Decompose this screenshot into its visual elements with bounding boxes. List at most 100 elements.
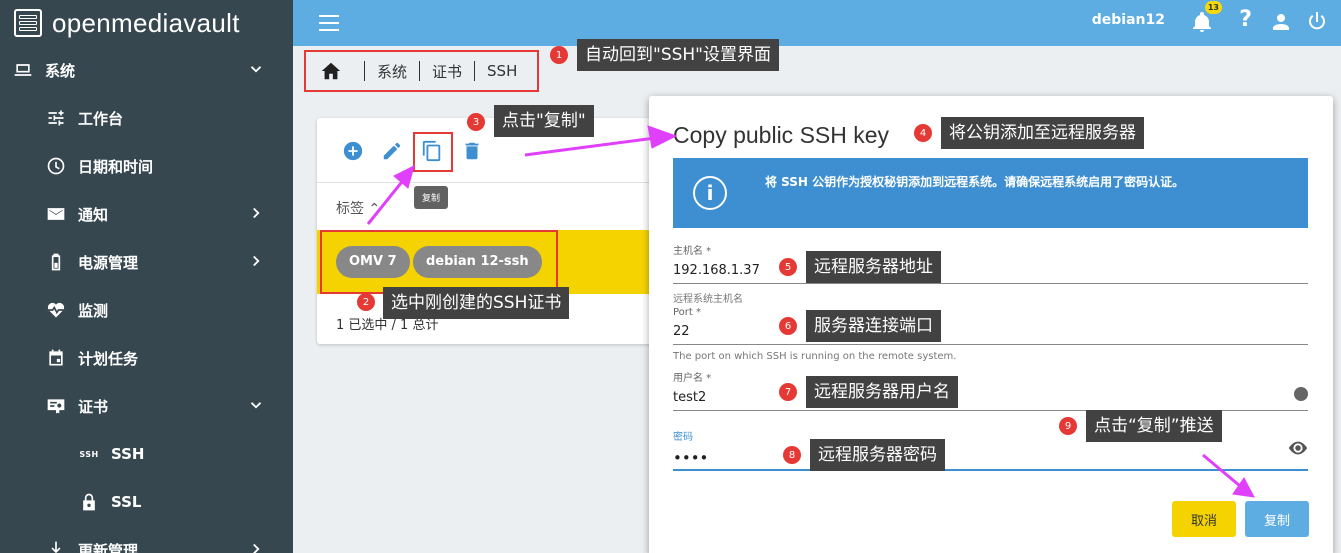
lock-icon	[78, 491, 100, 513]
breadcrumb-system[interactable]: 系统	[377, 61, 407, 82]
power-icon[interactable]	[1305, 10, 1329, 34]
ssh-icon: SSH	[79, 449, 99, 459]
sidebar-item-label: 工作台	[78, 109, 124, 128]
toolbar-divider	[317, 182, 657, 183]
help-icon[interactable]: ?	[1239, 7, 1252, 32]
chevron-right-icon	[247, 252, 265, 270]
annotation-number: 2	[357, 293, 375, 311]
column-header-label: 标签	[336, 201, 364, 217]
top-bar: debian12 13 ?	[293, 0, 1341, 46]
battery-icon	[45, 251, 67, 273]
annotation-number: 8	[783, 446, 801, 464]
sidebar-item-ssh[interactable]: SSH SSH	[0, 430, 293, 478]
copy-button[interactable]: 复制	[1245, 501, 1309, 537]
password-manager-icon[interactable]	[1294, 387, 1308, 401]
add-icon[interactable]	[342, 140, 366, 164]
sidebar-item-label: 证书	[78, 397, 109, 416]
sidebar-item-certificates[interactable]: 证书	[0, 382, 293, 430]
clock-icon	[45, 155, 67, 177]
sidebar-item-label: 计划任务	[78, 349, 139, 368]
annotation-label: 选中刚创建的SSH证书	[383, 287, 570, 319]
certificate-icon	[45, 395, 67, 417]
sort-ascending-icon: ⌃	[368, 201, 381, 217]
sidebar-item-label: SSH	[111, 445, 145, 463]
port-input[interactable]: 22	[673, 324, 1308, 344]
annotation-number: 4	[914, 124, 932, 142]
copy-icon[interactable]	[421, 140, 445, 164]
sidebar-item-update-management[interactable]: 更新管理	[0, 526, 293, 553]
laptop-icon	[12, 59, 34, 81]
sidebar-item-scheduled-tasks[interactable]: 计划任务	[0, 334, 293, 382]
annotation-number: 6	[779, 317, 797, 335]
sidebar-item-power[interactable]: 电源管理	[0, 238, 293, 286]
breadcrumb: 系统 证书 SSH	[304, 50, 539, 92]
sidebar-item-datetime[interactable]: 日期和时间	[0, 142, 293, 190]
copy-tooltip: 复制	[414, 186, 449, 209]
chevron-down-icon	[247, 396, 265, 414]
bell-icon[interactable]: 13	[1190, 1, 1222, 34]
sidebar-item-ssl[interactable]: SSL	[0, 478, 293, 526]
calendar-icon	[45, 347, 67, 369]
username-input[interactable]: test2	[673, 390, 1308, 410]
brand-name: openmediavault	[52, 7, 240, 38]
home-icon[interactable]	[320, 60, 342, 82]
annotation-number: 9	[1059, 417, 1077, 435]
annotation-label: 点击"复制"	[494, 105, 594, 137]
sidebar-item-label: 电源管理	[78, 253, 139, 272]
username-field[interactable]: 用户名 * test2	[673, 369, 1308, 411]
cancel-button[interactable]: 取消	[1172, 501, 1236, 537]
sidebar-item-label: SSL	[111, 493, 142, 511]
annotation-label: 远程服务器密码	[810, 439, 945, 471]
heart-pulse-icon	[45, 299, 67, 321]
info-alert: i 将 SSH 公钥作为授权秘钥添加到远程系统。请确保远程系统启用了密码认证。	[673, 158, 1308, 228]
copy-ssh-key-dialog: Copy public SSH key i 将 SSH 公钥作为授权秘钥添加到远…	[649, 96, 1333, 553]
annotation-number: 7	[779, 383, 797, 401]
hostname-field[interactable]: 主机名 * 192.168.1.37 远程系统主机名	[673, 242, 1308, 305]
column-header-tags[interactable]: 标签 ⌃	[336, 198, 380, 218]
hostname: debian12	[1091, 12, 1165, 28]
chevron-right-icon	[247, 204, 265, 222]
eye-icon[interactable]	[1287, 437, 1309, 459]
brand[interactable]: openmediavault	[0, 0, 293, 46]
openmediavault-logo-icon	[14, 9, 42, 37]
input-underline	[673, 469, 1308, 471]
input-underline	[673, 344, 1308, 345]
sidebar-item-system[interactable]: 系统	[0, 46, 293, 94]
annotation-label: 自动回到"SSH"设置界面	[577, 39, 780, 71]
user-icon[interactable]	[1269, 10, 1293, 34]
annotation-number: 1	[550, 46, 568, 64]
sidebar: openmediavault 系统 工作台 日期和时间 通知 电源管理 监测 计…	[0, 0, 293, 553]
sidebar-item-label: 日期和时间	[78, 157, 154, 176]
tag-chip: debian 12-ssh	[413, 246, 542, 278]
sidebar-item-dashboard[interactable]: 工作台	[0, 94, 293, 142]
chevron-down-icon	[247, 60, 265, 78]
download-icon	[45, 539, 67, 553]
edit-icon[interactable]	[381, 140, 405, 164]
sidebar-item-notification[interactable]: 通知	[0, 190, 293, 238]
hamburger-menu-icon[interactable]	[319, 15, 339, 31]
mail-icon	[45, 203, 67, 225]
sidebar-item-monitoring[interactable]: 监测	[0, 286, 293, 334]
notification-badge: 13	[1204, 1, 1222, 14]
breadcrumb-certificates[interactable]: 证书	[432, 61, 462, 82]
hostname-hint: 远程系统主机名	[673, 294, 743, 305]
sidebar-item-label: 更新管理	[78, 541, 139, 553]
hostname-input[interactable]: 192.168.1.37	[673, 263, 1308, 283]
sidebar-item-label: 通知	[78, 205, 109, 224]
sidebar-item-label: 系统	[45, 61, 76, 80]
delete-icon[interactable]	[461, 140, 485, 164]
annotation-label: 服务器连接端口	[806, 310, 941, 342]
sliders-icon	[45, 107, 67, 129]
username-label: 用户名 *	[673, 373, 712, 384]
input-underline	[673, 283, 1308, 284]
annotation-label: 远程服务器地址	[806, 251, 941, 283]
breadcrumb-separator	[419, 61, 421, 81]
port-field[interactable]: Port * 22 The port on which SSH is runni…	[673, 307, 1308, 362]
password-input[interactable]: ••••	[673, 449, 1308, 469]
annotation-label: 将公钥添加至远程服务器	[941, 117, 1144, 149]
info-icon: i	[693, 176, 727, 210]
info-message: 将 SSH 公钥作为授权秘钥添加到远程系统。请确保远程系统启用了密码认证。	[765, 174, 1185, 189]
port-hint: The port on which SSH is running on the …	[673, 351, 957, 362]
annotation-number: 5	[779, 258, 797, 276]
chevron-right-icon	[247, 540, 265, 553]
